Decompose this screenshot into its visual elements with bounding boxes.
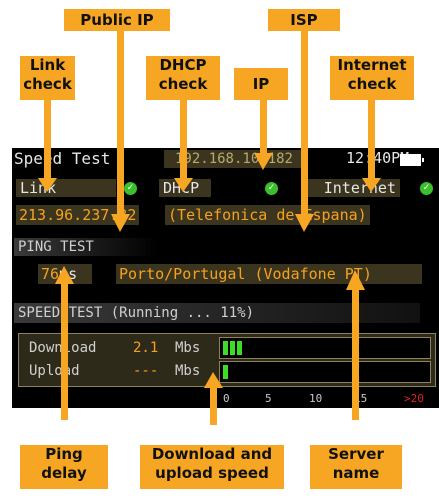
ping-arrowhead bbox=[55, 266, 74, 284]
internet-arrowhead bbox=[362, 178, 381, 192]
speed-arrowhead bbox=[204, 372, 223, 388]
server-arrowhead bbox=[346, 270, 365, 290]
isp-arrowhead bbox=[295, 214, 314, 232]
ip-arrowhead bbox=[254, 153, 273, 170]
public-ip-arrowhead bbox=[111, 214, 130, 232]
callout-arrows bbox=[38, 153, 381, 388]
dhcp-arrowhead bbox=[174, 178, 193, 192]
link-arrowhead bbox=[38, 178, 57, 192]
